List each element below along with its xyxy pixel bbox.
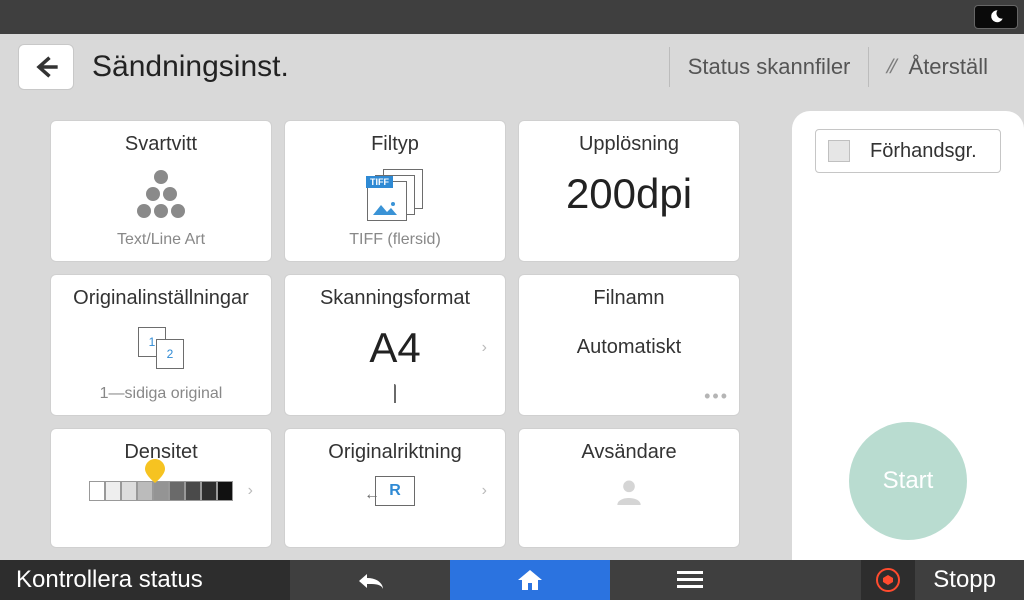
page-title: Sändningsinst. (92, 50, 289, 84)
tile-title: Skanningsformat (320, 287, 470, 310)
tile-original-settings[interactable]: Originalinställningar 1 2 1—sidiga origi… (50, 274, 272, 416)
chevron-right-icon: › (248, 482, 253, 500)
check-status-button[interactable]: Kontrollera status (0, 560, 290, 600)
right-panel: Förhandsgr. Start (792, 111, 1024, 560)
tile-title: Originalriktning (328, 441, 461, 464)
tile-density[interactable]: Densitet (50, 428, 272, 548)
reset-icon: // (884, 56, 897, 79)
density-marker-icon (145, 459, 165, 488)
back-arc-icon (353, 569, 387, 591)
person-icon (615, 477, 643, 505)
stop-label: Stopp (915, 566, 1024, 594)
tile-title: Svartvitt (125, 133, 197, 156)
menu-icon (677, 571, 703, 589)
orientation-icon: ← R (375, 476, 415, 506)
reset-button[interactable]: // Återställ (868, 47, 1006, 87)
page-header: Sändningsinst. Status skannfiler // Åter… (0, 34, 1024, 100)
original-pages-icon: 1 2 (138, 327, 184, 369)
preview-toggle[interactable]: Förhandsgr. (815, 129, 1001, 173)
tiff-stack-icon: TIFF (367, 169, 423, 219)
resolution-value: 200dpi (566, 170, 692, 218)
tile-file-type[interactable]: Filtyp TIFF TIFF (flersid) (284, 120, 506, 262)
reset-label: Återställ (909, 54, 988, 80)
night-mode-badge[interactable] (974, 5, 1018, 29)
back-button[interactable] (18, 44, 74, 90)
nav-back-button[interactable] (290, 560, 450, 600)
tile-color-mode[interactable]: Svartvitt Text/Line Art (50, 120, 272, 262)
content-area: Svartvitt Text/Line Art Filtyp (0, 100, 1024, 560)
tile-title: Filnamn (593, 287, 664, 310)
start-label: Start (883, 467, 934, 495)
tile-title: Avsändare (581, 441, 676, 464)
nav-home-button[interactable] (450, 560, 610, 600)
more-dots-icon: ••• (704, 386, 729, 407)
preview-checkbox[interactable] (828, 140, 850, 162)
home-icon (516, 568, 544, 592)
bw-dots-icon (137, 170, 185, 218)
tiff-badge: TIFF (366, 176, 393, 188)
tile-sender[interactable]: Avsändare (518, 428, 740, 548)
tile-title: Originalinställningar (73, 287, 249, 310)
tile-orientation[interactable]: Originalriktning ← R › (284, 428, 506, 548)
tile-sub: Text/Line Art (117, 231, 205, 251)
settings-grid-area: Svartvitt Text/Line Art Filtyp (0, 100, 792, 560)
page-orientation-icon (394, 384, 396, 403)
tile-sub: TIFF (flersid) (349, 231, 441, 251)
settings-grid: Svartvitt Text/Line Art Filtyp (50, 100, 782, 548)
moon-icon (987, 8, 1005, 26)
tile-scan-size[interactable]: Skanningsformat A4 › (284, 274, 506, 416)
bottom-nav: Kontrollera status Stopp (0, 560, 1024, 600)
tile-resolution[interactable]: Upplösning 200dpi (518, 120, 740, 262)
density-scale-icon (89, 481, 233, 501)
nav-menu-button[interactable] (610, 560, 770, 600)
tile-sub (394, 385, 396, 405)
preview-label: Förhandsgr. (870, 140, 977, 163)
stop-icon (861, 560, 915, 600)
scan-size-value: A4 (369, 324, 420, 372)
chevron-right-icon: › (482, 482, 487, 500)
system-top-strip (0, 0, 1024, 34)
file-name-value: Automatiskt (577, 336, 681, 359)
tile-sub: 1—sidiga original (100, 385, 223, 405)
chevron-right-icon: › (482, 339, 487, 357)
tile-title: Filtyp (371, 133, 419, 156)
stop-button[interactable]: Stopp (861, 560, 1024, 600)
status-files-link[interactable]: Status skannfiler (669, 47, 869, 87)
start-button[interactable]: Start (849, 422, 967, 540)
tile-title: Upplösning (579, 133, 679, 156)
tile-file-name[interactable]: Filnamn Automatiskt ••• (518, 274, 740, 416)
arrow-left-icon (32, 53, 60, 81)
